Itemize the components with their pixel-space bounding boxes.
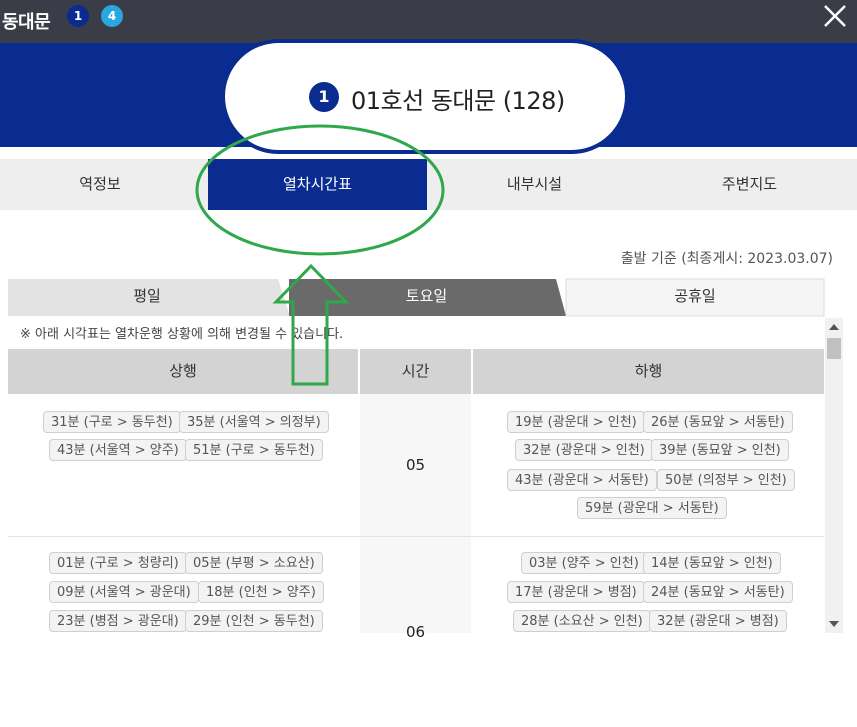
train-chip[interactable]: 32분 (광운대 > 인천) (515, 439, 653, 461)
line-4-badge[interactable]: 4 (101, 5, 123, 27)
train-chip[interactable]: 28분 (소요산 > 인천) (513, 610, 651, 632)
scroll-thumb[interactable] (827, 338, 841, 359)
train-chip[interactable]: 31분 (구로 > 동두천) (43, 411, 181, 433)
tab-timetable[interactable]: 열차시간표 (208, 159, 427, 210)
tab-station-info[interactable]: 역정보 (0, 159, 200, 210)
station-name: 01호선 동대문 (128) (351, 87, 565, 115)
train-chip[interactable]: 18분 (인천 > 양주) (198, 581, 324, 603)
train-chip[interactable]: 19분 (광운대 > 인천) (507, 411, 645, 433)
train-chip[interactable]: 43분 (서울역 > 양주) (49, 439, 187, 461)
line-1-badge[interactable]: 1 (67, 5, 89, 27)
train-chip[interactable]: 35분 (서울역 > 의정부) (179, 411, 329, 433)
train-chip[interactable]: 51분 (구로 > 동두천) (185, 439, 323, 461)
header-down: 하행 (473, 349, 824, 394)
scroll-down-icon[interactable] (829, 621, 839, 627)
day-tab-saturday[interactable]: 토요일 (289, 278, 564, 315)
timetable-note: ※ 아래 시각표는 열차운행 상황에 의해 변경될 수 있습니다. (20, 327, 344, 342)
main-tabs: 역정보 열차시간표 내부시설 주변지도 (0, 159, 857, 210)
train-chip[interactable]: 29분 (인천 > 동두천) (185, 610, 323, 632)
header-up: 상행 (8, 349, 358, 394)
line-number-badge: 1 (309, 82, 339, 112)
timetable-basis: 출발 기준 (최종게시: 2023.03.07) (620, 251, 833, 267)
day-tab-weekday[interactable]: 평일 (8, 278, 286, 315)
hour-cell: 05 (360, 394, 471, 536)
train-chip[interactable]: 43분 (광운대 > 서동탄) (507, 469, 657, 491)
train-chip[interactable]: 24분 (동묘앞 > 서동탄) (643, 581, 793, 603)
title-bar: 동대문 1 4 (0, 0, 857, 43)
tab-facilities[interactable]: 내부시설 (427, 159, 642, 210)
close-icon[interactable] (819, 0, 851, 32)
train-chip[interactable]: 05분 (부평 > 소요산) (185, 552, 323, 574)
train-chip[interactable]: 23분 (병점 > 광운대) (49, 610, 187, 632)
train-chip[interactable]: 17분 (광운대 > 병점) (507, 581, 645, 603)
window-title: 동대문 (2, 12, 51, 33)
scrollbar[interactable] (825, 318, 843, 633)
train-chip[interactable]: 14분 (동묘앞 > 인천) (643, 552, 781, 574)
station-name-pill: 1 01호선 동대문 (128) (221, 39, 629, 154)
hour-cell: 06 (360, 537, 471, 641)
train-chip[interactable]: 59분 (광운대 > 서동탄) (577, 497, 727, 519)
tab-map[interactable]: 주변지도 (642, 159, 857, 210)
train-chip[interactable]: 01분 (구로 > 청량리) (49, 552, 187, 574)
train-chip[interactable]: 03분 (양주 > 인천) (521, 552, 647, 574)
train-chip[interactable]: 50분 (의정부 > 인천) (657, 469, 795, 491)
train-chip[interactable]: 39분 (동묘앞 > 인천) (651, 439, 789, 461)
train-chip[interactable]: 09분 (서울역 > 광운대) (49, 581, 199, 603)
header-time: 시간 (360, 349, 471, 394)
train-chip[interactable]: 26분 (동묘앞 > 서동탄) (643, 411, 793, 433)
train-chip[interactable]: 32분 (광운대 > 병점) (649, 610, 787, 632)
scroll-up-icon[interactable] (829, 324, 839, 330)
day-tab-holiday[interactable]: 공휴일 (566, 278, 824, 315)
